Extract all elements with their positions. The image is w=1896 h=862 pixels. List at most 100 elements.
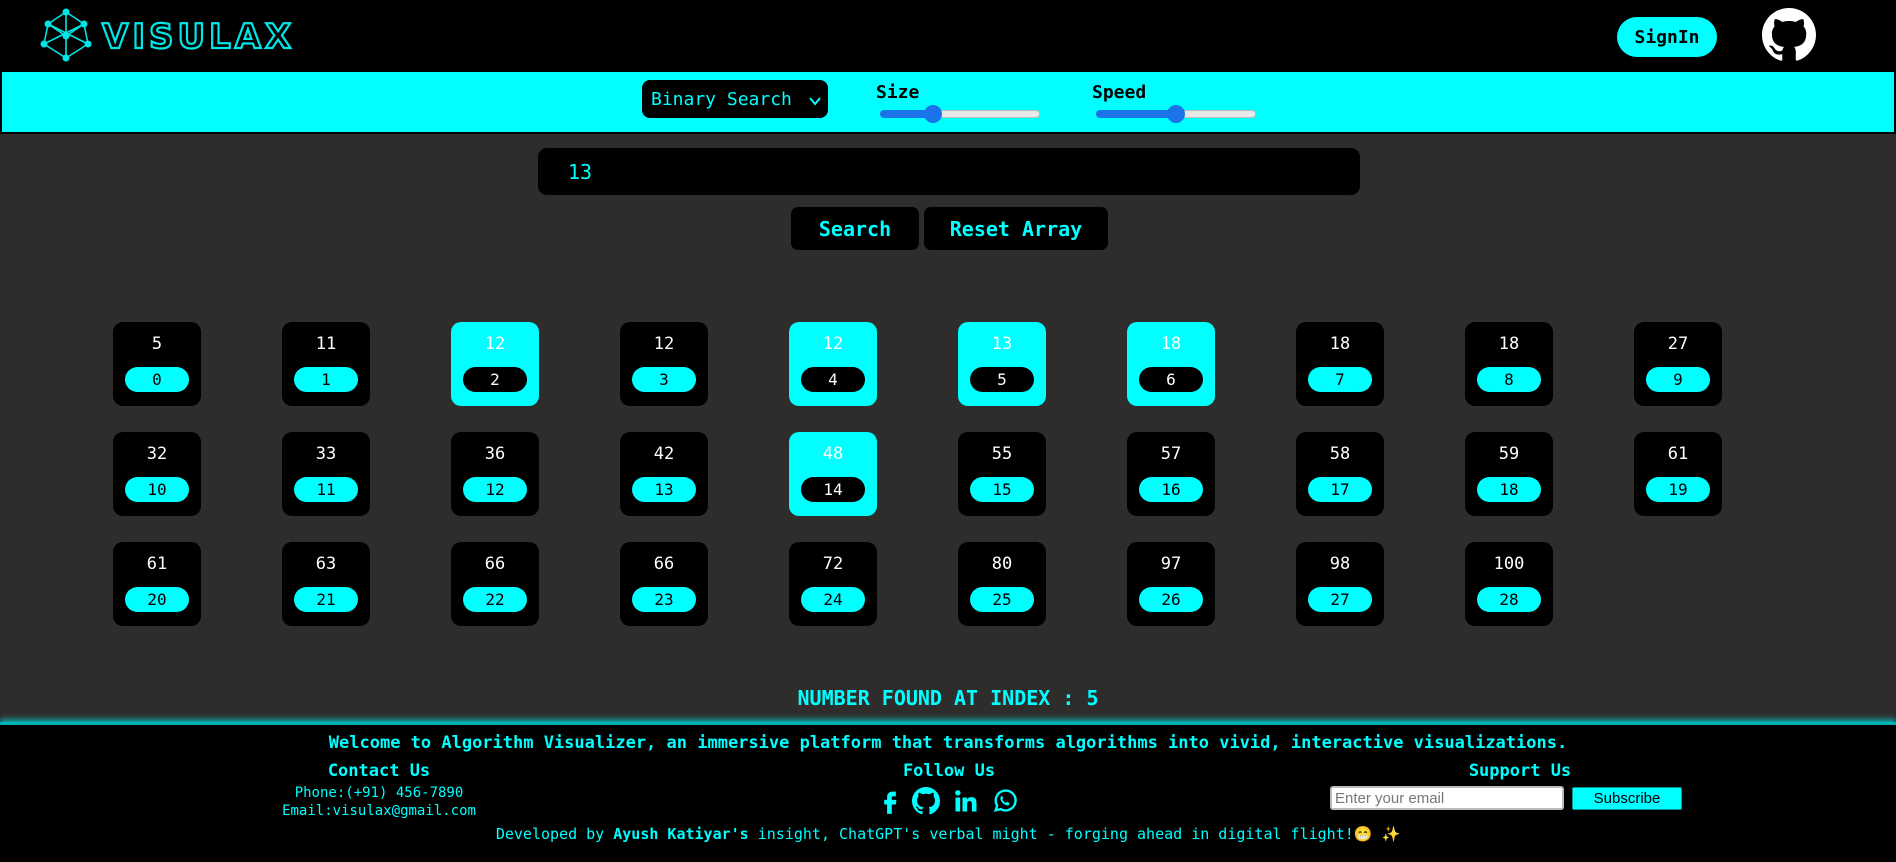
welcome-text: Welcome to Algorithm Visualizer, an imme…	[328, 733, 1568, 753]
header: VISULAX SignIn	[0, 0, 1896, 70]
array-cell: 11 1	[282, 322, 370, 406]
array-cell-value: 12	[822, 334, 844, 354]
array-cell: 61 20	[113, 542, 201, 626]
array-cell-index: 2	[463, 367, 527, 392]
array-cell-value: 5	[151, 334, 163, 354]
controls-toolbar: Binary Search Size Speed	[0, 70, 1896, 134]
array-cell: 12 2	[451, 322, 539, 406]
array-cell-value: 27	[1667, 334, 1689, 354]
array-cell: 18 8	[1465, 322, 1553, 406]
subscribe-email-input[interactable]: Enter your email	[1330, 786, 1564, 810]
github-icon[interactable]	[912, 787, 940, 815]
array-cell-index: 24	[801, 587, 865, 612]
array-cell: 66 22	[451, 542, 539, 626]
array-cell-value: 97	[1160, 554, 1182, 574]
array-cell-value: 42	[653, 444, 675, 464]
array-cell-value: 66	[653, 554, 675, 574]
array-cell-index: 4	[801, 367, 865, 392]
array-cell-index: 14	[801, 477, 865, 502]
signin-button[interactable]: SignIn	[1617, 17, 1717, 57]
array-cell-value: 61	[146, 554, 168, 574]
array-cell-index: 18	[1477, 477, 1541, 502]
subscribe-button[interactable]: Subscribe	[1572, 787, 1682, 810]
array-cell: 36 12	[451, 432, 539, 516]
array-cell-index: 6	[1139, 367, 1203, 392]
array-cell: 61 19	[1634, 432, 1722, 516]
footer: Welcome to Algorithm Visualizer, an imme…	[0, 722, 1896, 862]
speed-slider-thumb[interactable]	[1167, 105, 1185, 123]
array-cell-value: 80	[991, 554, 1013, 574]
array-cell-index: 13	[632, 477, 696, 502]
array-cell-index: 17	[1308, 477, 1372, 502]
array-cell: 12 3	[620, 322, 708, 406]
array-cell-index: 26	[1139, 587, 1203, 612]
array-cell-index: 12	[463, 477, 527, 502]
array-cell-value: 57	[1160, 444, 1182, 464]
array-cell: 18 6	[1127, 322, 1215, 406]
contact-phone: Phone:(+91) 456-7890	[294, 785, 464, 801]
search-button[interactable]: Search	[791, 207, 919, 250]
array-cell: 33 11	[282, 432, 370, 516]
size-slider-thumb[interactable]	[923, 105, 942, 123]
array-cell-value: 59	[1498, 444, 1520, 464]
array-cell-index: 9	[1646, 367, 1710, 392]
array-cell-value: 55	[991, 444, 1013, 464]
array-cell-value: 13	[991, 334, 1013, 354]
array-cell: 80 25	[958, 542, 1046, 626]
logo-text: VISULAX	[102, 17, 295, 57]
array-cell-value: 58	[1329, 444, 1351, 464]
array-cell-value: 72	[822, 554, 844, 574]
array-cell-value: 18	[1160, 334, 1182, 354]
array-cell-value: 18	[1329, 334, 1351, 354]
array-cell-index: 10	[125, 477, 189, 502]
array-cell-value: 61	[1667, 444, 1689, 464]
array-cell: 27 9	[1634, 322, 1722, 406]
speed-slider[interactable]	[1096, 105, 1256, 123]
whatsapp-icon[interactable]	[991, 787, 1019, 815]
array-cell-value: 12	[484, 334, 506, 354]
reset-array-button[interactable]: Reset Array	[924, 207, 1108, 250]
visulax-logo[interactable]: VISULAX	[40, 8, 330, 62]
array-cell-value: 48	[822, 444, 844, 464]
github-icon[interactable]	[1762, 8, 1816, 62]
array-cell: 72 24	[789, 542, 877, 626]
speed-slider-fill	[1096, 110, 1176, 118]
array-cell: 63 21	[282, 542, 370, 626]
array-cell-index: 22	[463, 587, 527, 612]
array-cell-index: 27	[1308, 587, 1372, 612]
array-cell-index: 7	[1308, 367, 1372, 392]
array-cell-index: 16	[1139, 477, 1203, 502]
array-cell-index: 11	[294, 477, 358, 502]
search-input[interactable]: 13	[538, 148, 1360, 195]
array-cell: 42 13	[620, 432, 708, 516]
array-cell: 100 28	[1465, 542, 1553, 626]
array-cell: 13 5	[958, 322, 1046, 406]
array-cell: 98 27	[1296, 542, 1384, 626]
size-slider[interactable]	[880, 105, 1040, 123]
array-cell-index: 3	[632, 367, 696, 392]
developer-name: Ayush Katiyar's	[613, 825, 749, 843]
linkedin-icon[interactable]	[952, 787, 980, 815]
array-cell-value: 32	[146, 444, 168, 464]
array-cell-value: 36	[484, 444, 506, 464]
array-cell: 97 26	[1127, 542, 1215, 626]
facebook-icon[interactable]	[876, 787, 904, 815]
array-cell: 50	[113, 322, 201, 406]
array-cell-index: 21	[294, 587, 358, 612]
algorithm-select[interactable]: Binary Search	[642, 80, 828, 118]
array-cell-index: 19	[1646, 477, 1710, 502]
array-cell: 57 16	[1127, 432, 1215, 516]
array-cell-index: 20	[125, 587, 189, 612]
array-cell-index: 23	[632, 587, 696, 612]
array-cell: 18 7	[1296, 322, 1384, 406]
array-cell: 48 14	[789, 432, 877, 516]
array-cell-index: 0	[125, 367, 189, 392]
array-cell-value: 11	[315, 334, 337, 354]
developer-credit: Developed by Ayush Katiyar's insight, Ch…	[495, 825, 1401, 843]
speed-label: Speed	[1092, 82, 1147, 103]
array-cell-value: 33	[315, 444, 337, 464]
algorithm-select-value: Binary Search	[651, 88, 792, 110]
array-cell-index: 5	[970, 367, 1034, 392]
array-cell-index: 25	[970, 587, 1034, 612]
array-cell-value: 66	[484, 554, 506, 574]
